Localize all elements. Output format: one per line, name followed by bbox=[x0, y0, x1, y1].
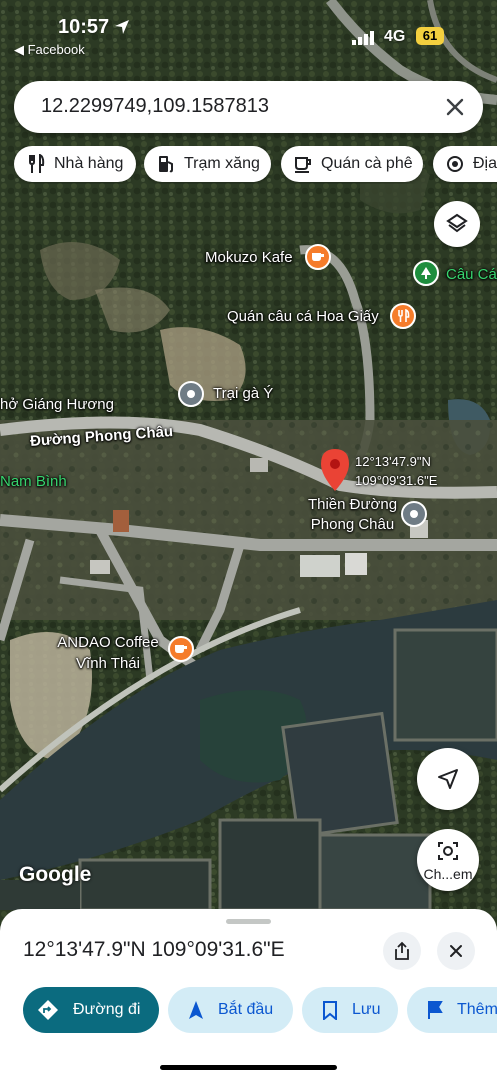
pin-longitude: 109°09'31.6"E bbox=[355, 473, 438, 488]
pin-latitude: 12°13'47.9"N bbox=[355, 454, 431, 469]
home-indicator[interactable] bbox=[160, 1065, 337, 1070]
place-icon bbox=[187, 390, 195, 398]
gas-station-icon bbox=[159, 156, 173, 173]
place-label: Thiền Đường Phong Châu bbox=[307, 496, 398, 533]
category-chips: Nhà hàng Trạm xăng Quán cà phê Địa bbox=[14, 146, 497, 184]
pin-coordinates-label: 12°13'47.9"N 109°09'31.6"E bbox=[355, 452, 437, 490]
directions-button[interactable]: Đường đi bbox=[23, 987, 159, 1033]
sheet-title: 12°13'47.9"N 109°09'31.6"E bbox=[23, 938, 285, 961]
place-label: ANDAO Coffee Vĩnh Thái bbox=[57, 634, 159, 672]
clock: 10:57 bbox=[58, 16, 110, 38]
coffee-icon bbox=[295, 157, 311, 173]
network-type: 4G bbox=[384, 28, 406, 45]
poi-marker[interactable] bbox=[401, 501, 427, 527]
chip-coffee[interactable]: Quán cà phê bbox=[281, 146, 423, 182]
bookmark-icon bbox=[323, 1001, 337, 1020]
navigation-arrow-icon bbox=[438, 769, 458, 789]
poi-marker[interactable] bbox=[168, 636, 194, 662]
place-icon bbox=[410, 510, 418, 518]
chip-restaurants[interactable]: Nhà hàng bbox=[14, 146, 136, 182]
back-to-app-link[interactable]: ◀ Facebook bbox=[14, 42, 85, 58]
chip-label: Địa bbox=[473, 155, 497, 172]
action-label: Bắt đầu bbox=[218, 1001, 274, 1018]
start-button[interactable]: Bắt đầu bbox=[168, 987, 293, 1033]
park-icon bbox=[421, 267, 431, 279]
place-label: Quán câu cá Hoa Giấy bbox=[227, 308, 379, 325]
search-input[interactable]: 12.2299749,109.1587813 bbox=[41, 95, 269, 118]
action-label: Lưu bbox=[352, 1001, 381, 1018]
chip-label: Quán cà phê bbox=[321, 155, 413, 172]
chip-label: Trạm xăng bbox=[184, 155, 260, 172]
add-label-button[interactable]: Thêm bbox=[407, 987, 497, 1033]
signal-icon bbox=[352, 31, 374, 45]
layers-button[interactable] bbox=[434, 201, 480, 247]
place-bottom-sheet[interactable]: 12°13'47.9"N 109°09'31.6"E Đường đi Bắt … bbox=[0, 909, 497, 1080]
action-label: Thêm bbox=[457, 1001, 497, 1018]
battery-indicator: 61 bbox=[416, 27, 444, 45]
restaurant-icon bbox=[29, 154, 45, 173]
camera-lens-icon bbox=[438, 842, 458, 860]
chip-gas-stations[interactable]: Trạm xăng bbox=[144, 146, 271, 182]
poi-marker[interactable] bbox=[413, 260, 439, 286]
share-button[interactable] bbox=[383, 932, 421, 970]
poi-marker[interactable] bbox=[390, 303, 416, 329]
place-label: Trại gà Ý bbox=[213, 385, 274, 402]
status-bar: 10:57 ◀ Facebook 4G 61 bbox=[0, 0, 497, 62]
save-button[interactable]: Lưu bbox=[302, 987, 398, 1033]
place-label: Câu Cá bbox=[446, 266, 497, 283]
coffee-icon bbox=[175, 645, 187, 653]
place-label: Mokuzo Kafe bbox=[205, 249, 293, 266]
restaurant-icon bbox=[398, 309, 410, 322]
flag-icon bbox=[428, 1001, 443, 1019]
my-location-button[interactable] bbox=[417, 748, 479, 810]
settings-icon bbox=[447, 156, 463, 172]
lens-label: Ch...em bbox=[423, 866, 473, 882]
poi-marker[interactable] bbox=[305, 244, 331, 270]
layers-icon bbox=[446, 213, 468, 233]
search-bar[interactable]: 12.2299749,109.1587813 bbox=[14, 81, 483, 133]
navigation-icon bbox=[189, 1001, 203, 1019]
close-sheet-button[interactable] bbox=[437, 932, 475, 970]
place-label: hở Giáng Hương bbox=[0, 396, 114, 413]
sheet-drag-handle[interactable] bbox=[226, 919, 271, 924]
lens-button[interactable]: Ch...em bbox=[417, 829, 479, 891]
close-icon bbox=[450, 945, 462, 957]
share-icon bbox=[395, 941, 409, 960]
poi-marker[interactable] bbox=[178, 381, 204, 407]
google-attribution: Google bbox=[19, 863, 92, 886]
area-label: Nam Bình bbox=[0, 473, 67, 490]
dropped-pin-marker[interactable] bbox=[318, 447, 352, 493]
coffee-icon bbox=[312, 253, 324, 261]
action-label: Đường đi bbox=[73, 1001, 141, 1018]
directions-icon bbox=[38, 1000, 58, 1020]
close-icon[interactable] bbox=[441, 93, 469, 121]
chip-more-places[interactable]: Địa bbox=[433, 146, 497, 182]
chip-label: Nhà hàng bbox=[54, 155, 124, 172]
location-arrow-icon bbox=[115, 20, 129, 34]
